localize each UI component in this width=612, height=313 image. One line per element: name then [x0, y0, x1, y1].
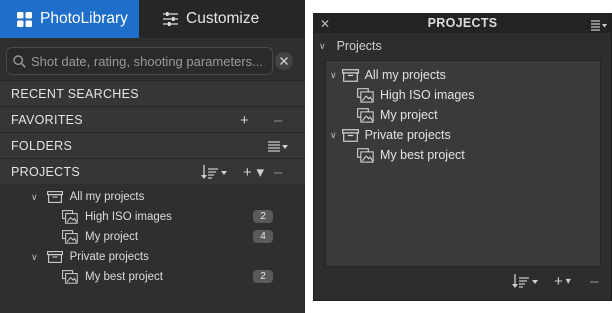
- projects-tree: ∨ All my projects High ISO images 2 My p…: [0, 184, 305, 313]
- search-input[interactable]: Shot date, rating, shooting parameters..…: [6, 47, 273, 75]
- chevron-down-icon[interactable]: ∨: [330, 130, 337, 141]
- subheader-label: Projects: [336, 39, 382, 53]
- tab-label: PhotoLibrary: [40, 10, 128, 27]
- tree-label: All my projects: [69, 191, 145, 203]
- sort-icon: [201, 164, 227, 179]
- tree-label: All my projects: [364, 68, 446, 82]
- projects-floating-panel: ✕ PROJECTS ∨ Projects ∨ All my projects: [313, 13, 612, 301]
- project-icon: [357, 147, 374, 163]
- project-group-icon: [341, 128, 359, 142]
- remove-project-button[interactable]: –: [590, 270, 598, 292]
- sort-icon: [512, 273, 538, 288]
- photo-library-panel: PhotoLibrary Customize Shot date, rating…: [0, 0, 305, 313]
- tree-group-all-my-projects[interactable]: ∨ All my projects: [330, 65, 446, 85]
- close-icon: [280, 57, 288, 65]
- project-group-icon: [46, 251, 63, 263]
- project-icon: [62, 210, 78, 224]
- folders-menu-button[interactable]: [268, 133, 288, 159]
- section-favorites[interactable]: FAVORITES + –: [0, 106, 305, 132]
- tree-label: Private projects: [364, 128, 451, 142]
- section-label: RECENT SEARCHES: [11, 86, 139, 101]
- chevron-down-icon[interactable]: ∨: [319, 41, 326, 52]
- remove-favorite-button[interactable]: –: [274, 107, 283, 133]
- tab-bar: PhotoLibrary Customize: [0, 0, 305, 38]
- tab-customize[interactable]: Customize: [139, 0, 305, 38]
- projects-subheader[interactable]: ∨ Projects: [314, 35, 611, 57]
- list-menu-icon: [591, 20, 607, 31]
- projects-list: ∨ All my projects High ISO images My pro…: [325, 60, 601, 267]
- section-recent-searches[interactable]: RECENT SEARCHES: [0, 80, 305, 106]
- count-badge: 2: [253, 210, 273, 223]
- panel-title: PROJECTS: [427, 16, 498, 30]
- tree-label: High ISO images: [85, 211, 172, 223]
- tree-label: My project: [85, 231, 139, 243]
- gutter: [305, 0, 313, 313]
- section-folders[interactable]: FOLDERS: [0, 132, 305, 158]
- dropdown-arrow-icon: ▾: [565, 275, 571, 287]
- tab-photolibrary[interactable]: PhotoLibrary: [0, 0, 139, 38]
- tree-label: High ISO images: [380, 88, 475, 102]
- chevron-down-icon[interactable]: ∨: [31, 252, 38, 263]
- plus-icon: +: [554, 272, 563, 290]
- chevron-down-icon[interactable]: ∨: [330, 70, 337, 81]
- project-icon: [357, 87, 374, 103]
- tree-group-private-projects[interactable]: ∨ Private projects: [330, 125, 451, 145]
- tree-project-my-best-project[interactable]: My best project: [62, 268, 163, 286]
- panel-menu-button[interactable]: [591, 18, 607, 36]
- search-placeholder: Shot date, rating, shooting parameters..…: [31, 53, 263, 69]
- tree-project-my-project[interactable]: My project: [357, 105, 438, 125]
- section-projects[interactable]: PROJECTS + ▾ –: [0, 158, 305, 184]
- section-label: FOLDERS: [11, 138, 73, 153]
- search-icon: [13, 54, 26, 68]
- sort-button[interactable]: [512, 270, 540, 292]
- chevron-down-icon[interactable]: ∨: [31, 192, 38, 203]
- sort-button[interactable]: [201, 159, 229, 185]
- tree-label: My best project: [380, 148, 465, 162]
- tab-label: Customize: [186, 10, 260, 27]
- tree-project-high-iso-images[interactable]: High ISO images: [62, 208, 172, 226]
- project-icon: [62, 230, 78, 244]
- remove-project-button[interactable]: –: [274, 159, 283, 185]
- section-label: PROJECTS: [11, 164, 81, 179]
- grid-icon: [17, 11, 32, 27]
- project-icon: [62, 270, 78, 284]
- tree-label: My best project: [85, 271, 163, 283]
- tree-label: My project: [380, 108, 438, 122]
- count-badge: 2: [253, 270, 273, 283]
- sliders-icon: [163, 12, 178, 26]
- tree-group-private-projects[interactable]: ∨ Private projects: [31, 248, 149, 266]
- tree-project-my-best-project[interactable]: My best project: [357, 145, 465, 165]
- project-icon: [357, 107, 374, 123]
- add-favorite-button[interactable]: +: [240, 107, 249, 133]
- tree-project-high-iso-images[interactable]: High ISO images: [357, 85, 474, 105]
- tree-label: Private projects: [69, 251, 149, 263]
- list-menu-icon: [268, 140, 288, 152]
- count-badge: 4: [253, 230, 273, 243]
- add-project-button[interactable]: + ▾: [554, 270, 571, 292]
- clear-search-button[interactable]: [275, 52, 293, 70]
- section-label: FAVORITES: [11, 112, 83, 127]
- project-group-icon: [46, 191, 63, 203]
- add-project-button[interactable]: + ▾: [243, 159, 264, 185]
- tree-project-my-project[interactable]: My project: [62, 228, 138, 246]
- project-group-icon: [341, 68, 359, 82]
- tree-group-all-my-projects[interactable]: ∨ All my projects: [31, 188, 144, 206]
- panel-header: ✕ PROJECTS: [314, 14, 611, 33]
